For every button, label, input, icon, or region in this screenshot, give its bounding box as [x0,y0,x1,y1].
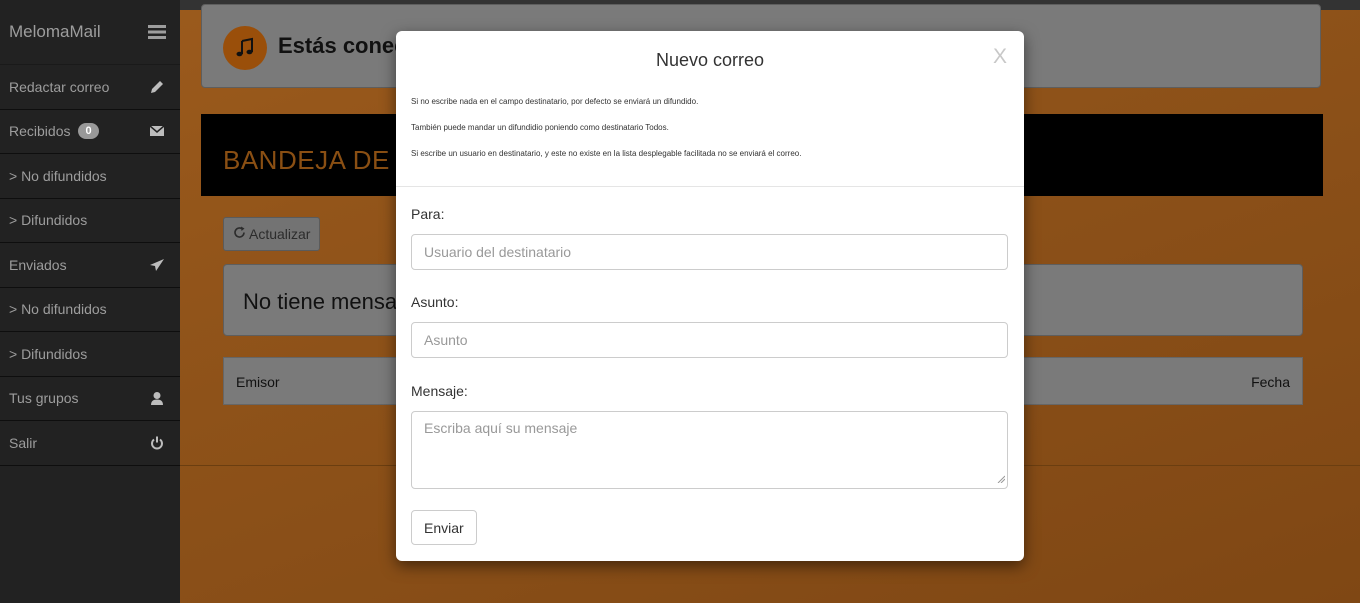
sidebar-item-label: > No difundidos [9,301,107,318]
info-text-broadcast-default: Si no escribe nada en el campo destinata… [411,97,699,106]
sidebar-item-label: Salir [9,434,38,451]
subject-label: Asunto: [411,294,459,310]
column-header-date[interactable]: Fecha [1251,374,1290,390]
sidebar-item-label: Redactar correo [9,78,110,95]
menu-icon[interactable] [148,23,166,41]
unread-count-badge: 0 [78,123,99,140]
subject-placeholder: Asunto [424,332,468,348]
send-icon [148,256,166,274]
info-text-unknown-user: Si escribe un usuario en destinatario, y… [411,149,802,158]
sidebar-item-label: Recibidos [9,123,71,140]
sidebar-item-compose[interactable]: Redactar correo [0,65,180,110]
sidebar-item-inbox-not-broadcast[interactable]: > No difundidos [0,154,180,199]
refresh-icon [233,226,246,242]
new-mail-modal: Nuevo correo X Si no escribe nada en el … [396,31,1024,561]
user-icon [148,389,166,407]
sidebar: MelomaMail Redactar correo Recibidos 0 >… [0,0,180,603]
recipient-input[interactable]: Usuario del destinatario [411,234,1008,270]
send-button[interactable]: Enviar [411,510,477,545]
message-textarea[interactable]: Escriba aquí su mensaje [411,411,1008,489]
subject-input[interactable]: Asunto [411,322,1008,358]
sidebar-item-groups[interactable]: Tus grupos [0,377,180,421]
modal-title: Nuevo correo [655,50,765,70]
brand-name[interactable]: MelomaMail [9,22,101,42]
sidebar-item-inbox-broadcast[interactable]: > Difundidos [0,199,180,243]
sidebar-item-inbox[interactable]: Recibidos 0 [0,110,180,154]
message-placeholder: Escriba aquí su mensaje [424,420,578,436]
sidebar-item-sent[interactable]: Enviados [0,243,180,288]
music-note-icon [223,26,267,70]
to-label: Para: [411,206,445,222]
sidebar-item-logout[interactable]: Salir [0,421,180,466]
refresh-button[interactable]: Actualizar [223,217,321,251]
close-button[interactable]: X [993,45,1007,69]
power-icon [148,434,166,452]
envelope-icon [148,122,166,140]
sidebar-brand: MelomaMail [0,0,180,65]
refresh-label: Actualizar [249,226,311,242]
sidebar-item-sent-not-broadcast[interactable]: > No difundidos [0,288,180,332]
sidebar-item-label: Tus grupos [9,390,79,407]
recipient-placeholder: Usuario del destinatario [424,244,572,260]
sidebar-item-label: > Difundidos [9,212,88,229]
sidebar-item-label: > No difundidos [9,167,107,184]
modal-header: Nuevo correo X Si no escribe nada en el … [396,31,1024,187]
column-header-sender[interactable]: Emisor [236,374,280,390]
resize-handle-icon[interactable] [997,470,1006,486]
sidebar-item-label: Enviados [9,256,67,273]
info-text-all-recipients: También puede mandar un difundidio ponie… [411,123,669,132]
sidebar-item-label: > Difundidos [9,345,88,362]
message-label: Mensaje: [411,383,468,399]
pencil-icon [148,78,166,96]
sidebar-item-sent-broadcast[interactable]: > Difundidos [0,332,180,377]
